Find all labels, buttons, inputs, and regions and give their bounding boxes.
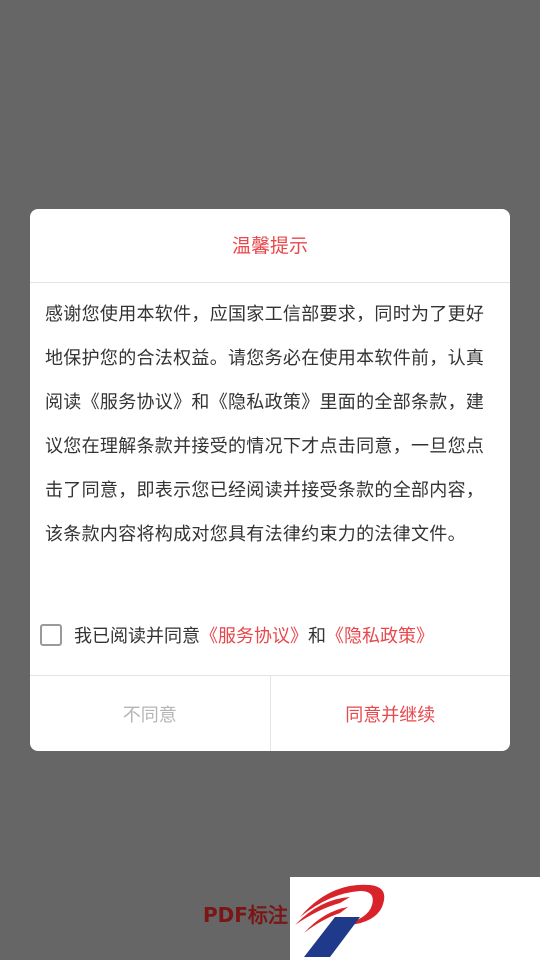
agree-continue-button[interactable]: 同意并继续 (271, 676, 511, 751)
agree-prefix-text: 我已阅读并同意 (74, 626, 200, 647)
and-text: 和 (308, 626, 326, 647)
dialog-title: 温馨提示 (30, 209, 510, 283)
agree-row: 我已阅读并同意 《服务协议》 和 《隐私政策》 (40, 615, 434, 655)
dialog-body-text: 感谢您使用本软件，应国家工信部要求，同时为了更好地保护您的合法权益。请您务必在使… (45, 304, 485, 545)
logo-icon (295, 884, 385, 957)
agree-checkbox[interactable] (40, 624, 62, 646)
privacy-dialog: 温馨提示 感谢您使用本软件，应国家工信部要求，同时为了更好地保护您的合法权益。请… (30, 209, 510, 751)
privacy-policy-link[interactable]: 《隐私政策》 (326, 622, 434, 648)
disagree-button[interactable]: 不同意 (30, 676, 271, 751)
service-agreement-link[interactable]: 《服务协议》 (200, 622, 308, 648)
dialog-buttons: 不同意 同意并继续 (30, 675, 510, 751)
app-logo (290, 877, 540, 960)
app-title: PDF标注 (203, 903, 288, 927)
